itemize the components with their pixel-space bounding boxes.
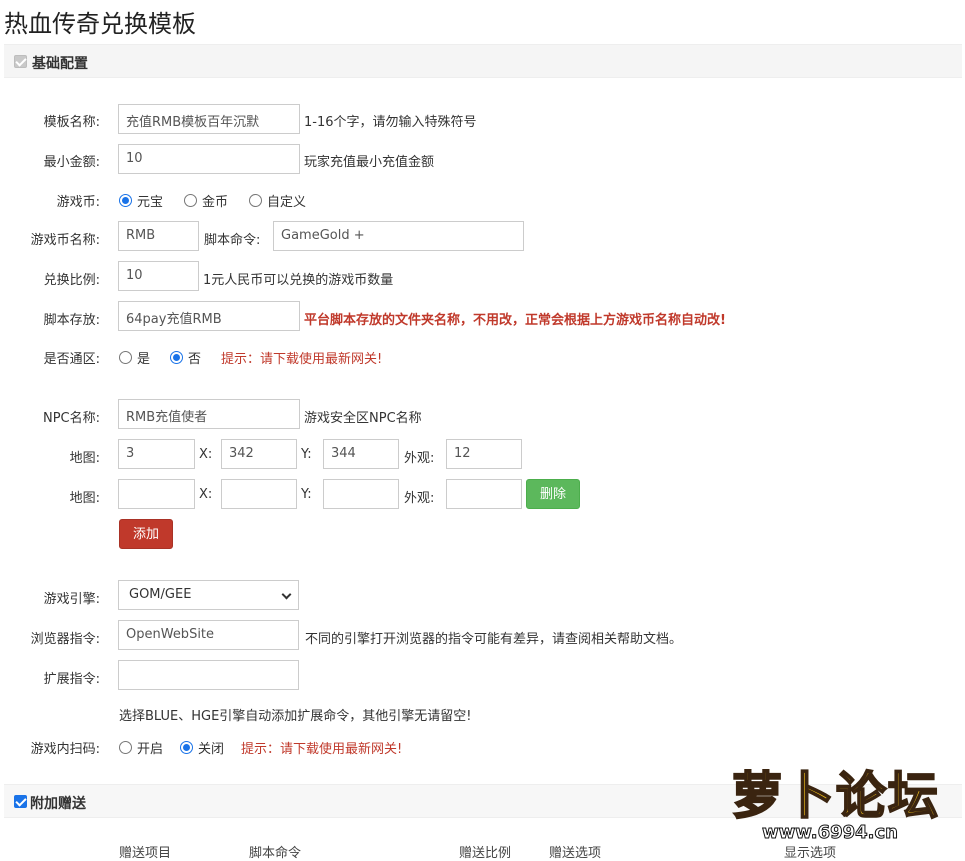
npc-label: NPC名称: [42,411,100,426]
x-input-1[interactable]: 342 [221,439,297,469]
engine-label: 游戏引擎: [43,592,100,607]
currency-option-yuanbao: 元宝 [137,195,164,210]
min-amount-input[interactable]: 10 [118,144,300,174]
section-title-basic: 基础配置 [32,56,88,72]
scan-option-off: 关闭 [198,742,225,757]
script-command-input[interactable]: GameGold + [273,221,524,251]
universal-option-yes: 是 [137,352,151,367]
basic-config-checkbox [14,55,27,68]
forum-watermark-logo: 萝卜论坛 www.6994.cn [712,748,952,848]
currency-radio-gold[interactable] [184,194,197,207]
y-label-2: Y: [301,487,312,502]
script-store-label: 脚本存放: [43,313,100,328]
delete-map-button[interactable]: 删除 [526,479,580,509]
ratio-label: 兑换比例: [43,273,100,288]
y-input-1[interactable]: 344 [323,439,399,469]
x-input-2[interactable] [221,479,297,509]
template-name-label: 模板名称: [43,115,100,130]
look-label-1: 外观: [404,451,435,466]
browser-input[interactable]: OpenWebSite [118,620,299,650]
x-label-1: X: [199,447,213,462]
table-header-options: 赠送选项 [549,846,602,861]
chevron-down-icon [281,589,292,600]
scan-label: 游戏内扫码: [30,742,100,757]
scan-radio-on[interactable] [119,741,132,754]
script-store-input[interactable]: 64pay充值RMB [118,301,300,331]
script-command-label: 脚本命令: [204,233,261,248]
map-label-2: 地图: [69,491,100,506]
template-name-input[interactable]: 充值RMB模板百年沉默 [118,104,300,134]
universal-radio-no[interactable] [170,351,183,364]
universal-option-no: 否 [188,352,202,367]
engine-select[interactable]: GOM/GEE [118,580,299,610]
npc-input[interactable]: RMB充值使者 [118,399,300,429]
template-name-hint: 1-16个字，请勿输入特殊符号 [304,115,477,130]
ratio-input[interactable]: 10 [118,261,199,291]
look-label-2: 外观: [404,491,435,506]
look-input-2[interactable] [446,479,522,509]
universal-radio-yes[interactable] [119,351,132,364]
scan-radio-off[interactable] [180,741,193,754]
extend-hint: 选择BLUE、HGE引擎自动添加扩展命令，其他引擎无请留空! [119,709,472,724]
currency-label: 游戏币: [56,195,100,210]
universal-tip: 提示：请下载使用最新网关! [221,352,383,367]
map-input-2[interactable] [118,479,195,509]
page-title: 热血传奇兑换模板 [4,10,196,38]
currency-name-label: 游戏币名称: [30,233,100,248]
look-input-1[interactable]: 12 [446,439,522,469]
add-map-button[interactable]: 添加 [119,519,173,549]
extend-input[interactable] [118,660,299,690]
map-input-1[interactable]: 3 [118,439,195,469]
section-header-basic: 基础配置 [4,44,962,78]
npc-hint: 游戏安全区NPC名称 [304,411,422,426]
engine-selected-value: GOM/GEE [129,587,192,602]
y-label-1: Y: [301,447,312,462]
min-amount-label: 最小金额: [43,155,100,170]
table-header-ratio: 赠送比例 [459,846,512,861]
scan-tip: 提示：请下载使用最新网关! [241,742,403,757]
table-header-item: 赠送项目 [119,846,172,861]
currency-option-gold: 金币 [202,195,229,210]
bonus-checkbox[interactable] [14,795,27,808]
scan-option-on: 开启 [137,742,164,757]
watermark-brand: 萝卜论坛 [731,766,940,826]
browser-label: 浏览器指令: [30,632,100,647]
map-label-1: 地图: [69,451,100,466]
browser-hint: 不同的引擎打开浏览器的指令可能有差异，请查阅相关帮助文档。 [305,632,683,647]
currency-radio-custom[interactable] [249,194,262,207]
script-store-hint: 平台脚本存放的文件夹名称，不用改，正常会根据上方游戏币名称自动改! [304,313,726,328]
min-amount-hint: 玩家充值最小充值金额 [304,155,435,170]
table-header-script: 脚本命令 [249,846,302,861]
y-input-2[interactable] [323,479,399,509]
currency-option-custom: 自定义 [267,195,307,210]
x-label-2: X: [199,487,213,502]
extend-label: 扩展指令: [43,672,100,687]
section-title-bonus: 附加赠送 [30,796,86,812]
currency-name-input[interactable]: RMB [118,221,199,251]
currency-radio-yuanbao[interactable] [119,194,132,207]
universal-label: 是否通区: [43,352,100,367]
ratio-hint: 1元人民币可以兑换的游戏币数量 [203,273,394,288]
watermark-url: www.6994.cn [762,822,899,844]
